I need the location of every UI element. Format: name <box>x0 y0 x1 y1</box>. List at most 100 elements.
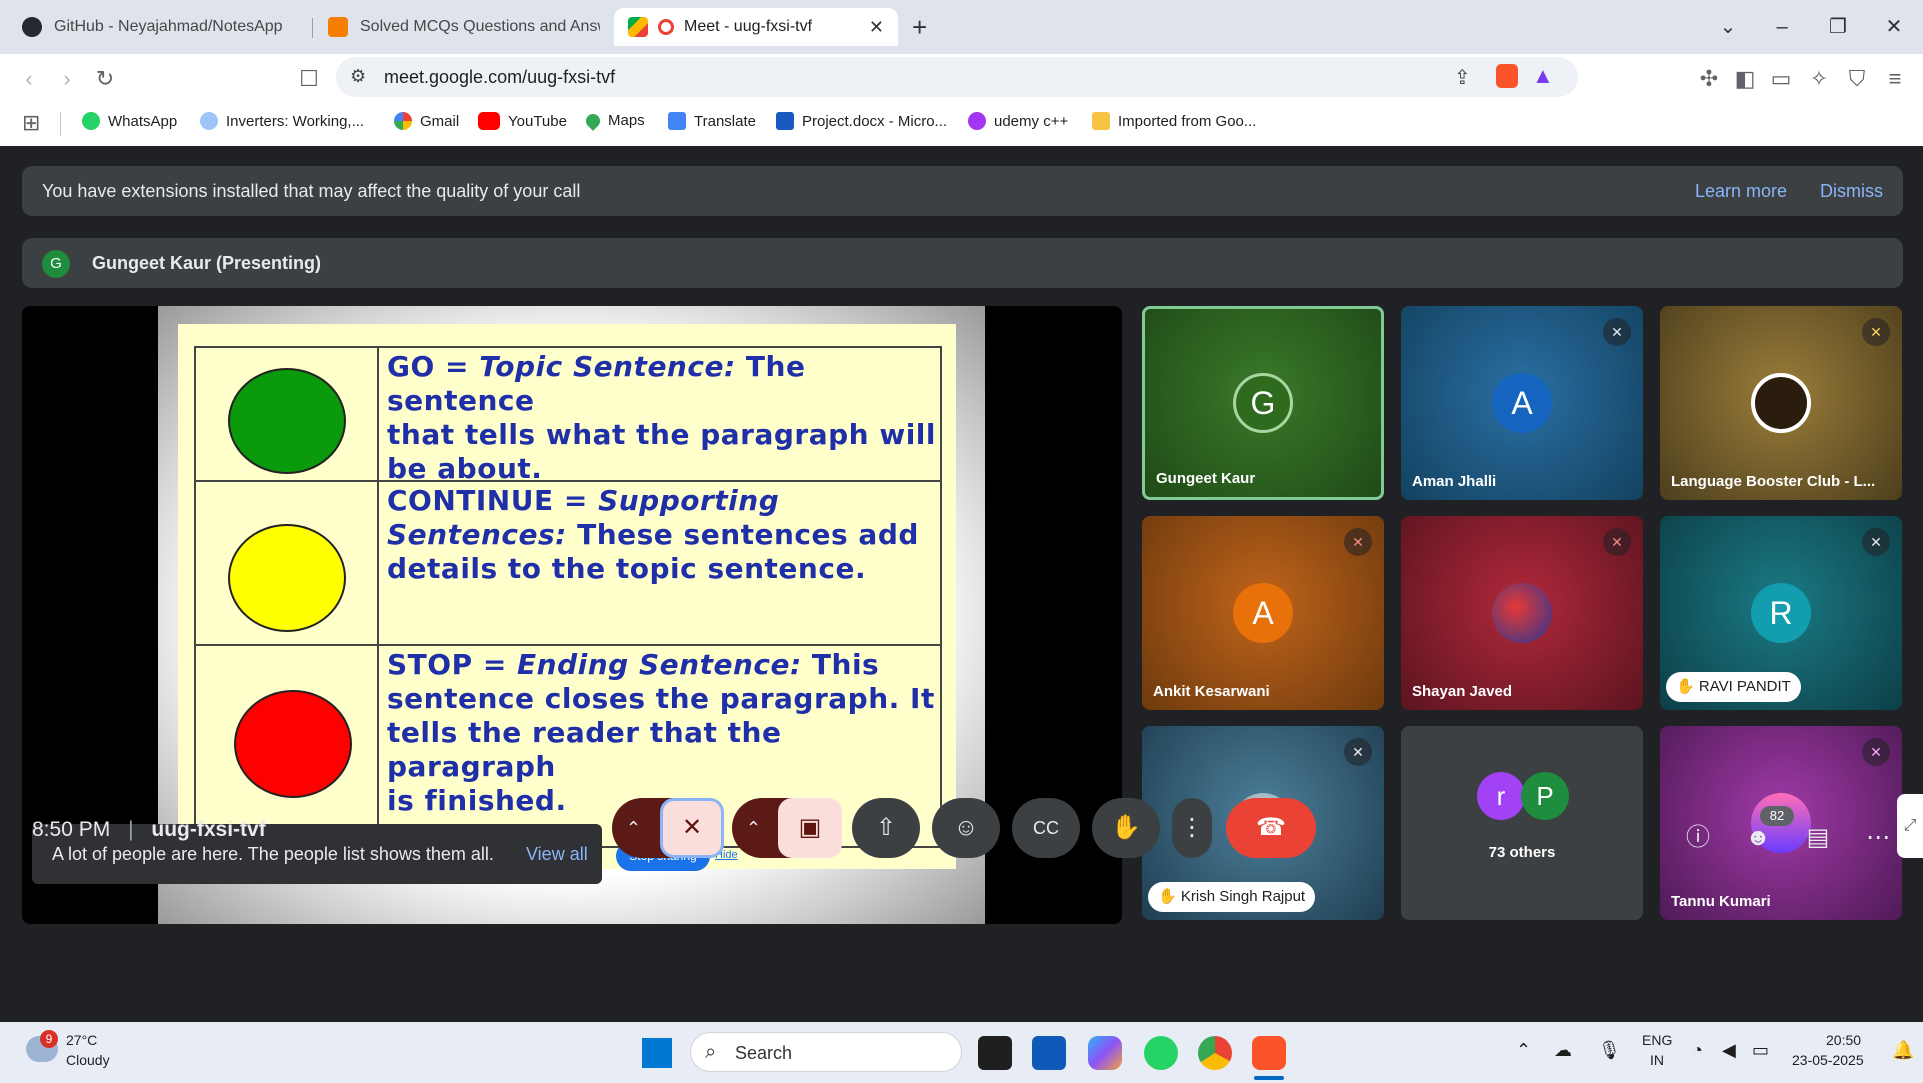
chrome-taskbar-icon[interactable] <box>1198 1036 1232 1070</box>
brave-rewards-icon[interactable]: ▲ <box>1532 63 1554 89</box>
volume-icon[interactable]: ◀ <box>1722 1040 1736 1061</box>
participant-tile-language-booster[interactable]: ✕ Language Booster Club - L... <box>1660 306 1902 500</box>
raise-hand-button[interactable]: ✋ <box>1092 798 1160 858</box>
notifications-bell-icon[interactable]: 🔔 <box>1892 1040 1914 1061</box>
participant-tile-others[interactable]: r P 73 others <box>1401 726 1643 920</box>
video-options-chevron-icon[interactable]: ⌃ <box>746 798 761 858</box>
learn-more-link[interactable]: Learn more <box>1695 181 1787 202</box>
participant-tile-aman[interactable]: ✕ A Aman Jhalli <box>1401 306 1643 500</box>
site-info-icon[interactable]: ⚙ <box>350 66 366 87</box>
github-icon <box>22 17 42 37</box>
input-language-eng[interactable]: ENG <box>1642 1032 1672 1048</box>
restore-icon[interactable]: ❐ <box>1818 10 1858 44</box>
new-tab-icon[interactable]: + <box>912 12 927 43</box>
meeting-time: 8:50 PM <box>32 818 111 841</box>
side-panel-handle[interactable]: ⤢ <box>1897 794 1923 858</box>
vpn-shield-icon[interactable]: ⛉ <box>1842 64 1872 94</box>
reactions-button[interactable]: ☺ <box>932 798 1000 858</box>
battery-icon[interactable]: ▭ <box>1752 1040 1769 1061</box>
tab-search-chevron-icon[interactable]: ⌄ <box>1708 10 1748 44</box>
participant-tile-gungeet[interactable]: G Gungeet Kaur <box>1142 306 1384 500</box>
other-avatar-p: P <box>1521 772 1569 820</box>
input-language-in: IN <box>1650 1052 1664 1068</box>
participant-tile-ravi[interactable]: ✕ R ✋ RAVI PANDIT <box>1660 516 1902 710</box>
url-text: meet.google.com/uug-fxsi-tvf <box>384 67 616 87</box>
banner-message: You have extensions installed that may a… <box>42 181 581 201</box>
mic-off-button[interactable]: ✕ <box>660 798 724 858</box>
meet-icon <box>628 17 648 37</box>
table-border-top <box>194 346 942 348</box>
brave-shields-icon[interactable] <box>1496 64 1518 88</box>
participant-tile-shayan[interactable]: ✕ Shayan Javed <box>1401 516 1643 710</box>
bookmark-gmail[interactable]: Gmail <box>394 112 459 130</box>
minimize-icon[interactable]: – <box>1762 10 1802 44</box>
meeting-details-icon[interactable]: ⓘ <box>1678 818 1718 858</box>
activities-grid-icon[interactable]: ⋯ <box>1858 818 1898 858</box>
bookmark-youtube[interactable]: YouTube <box>478 112 567 130</box>
taskbar-search[interactable]: ⌕ Search <box>690 1032 962 1072</box>
participant-avatar: G <box>1233 373 1293 433</box>
bookmark-maps[interactable]: Maps <box>583 110 645 131</box>
show-hidden-icons-chevron-icon[interactable]: ⌃ <box>1516 1040 1531 1061</box>
active-app-indicator <box>1254 1076 1284 1080</box>
extensions-icon[interactable]: ✣ <box>1694 64 1724 94</box>
muted-mic-icon: ✕ <box>1862 528 1890 556</box>
bookmark-inverters[interactable]: Inverters: Working,... <box>200 112 364 130</box>
windows-start-icon[interactable] <box>642 1038 672 1068</box>
sidebar-icon[interactable]: ◧ <box>1730 64 1760 94</box>
leave-call-button[interactable]: ☎ <box>1226 798 1316 858</box>
recording-dot-icon <box>658 19 674 35</box>
onedrive-offline-icon[interactable]: ☁ <box>1554 1040 1572 1061</box>
tab-meet[interactable]: Meet - uug-fxsi-tvf ✕ <box>614 8 898 46</box>
muted-mic-icon: ✕ <box>1862 738 1890 766</box>
navigation-bar: ‹ › ↻ ☐ ⚙ meet.google.com/uug-fxsi-tvf ⇪… <box>0 54 1923 102</box>
browser-tab-strip: GitHub - Neyajahmad/NotesApp Solved MCQs… <box>0 0 1923 54</box>
back-icon[interactable]: ‹ <box>14 64 44 94</box>
bookmark-icon[interactable]: ☐ <box>294 64 324 94</box>
whatsapp-taskbar-icon[interactable] <box>1144 1036 1178 1070</box>
copilot-icon[interactable] <box>1088 1036 1122 1070</box>
wifi-icon[interactable]: ◔ <box>1692 1040 1703 1061</box>
muted-mic-icon: ✕ <box>1603 318 1631 346</box>
microsoft-store-icon[interactable] <box>1032 1036 1066 1070</box>
whatsapp-icon <box>82 112 100 130</box>
wallet-icon[interactable]: ▭ <box>1766 64 1796 94</box>
apps-grid-icon[interactable]: ⊞ <box>22 110 40 136</box>
present-screen-button[interactable]: ⇧ <box>852 798 920 858</box>
menu-icon[interactable]: ≡ <box>1880 64 1910 94</box>
participant-name: Tannu Kumari <box>1671 893 1771 910</box>
participant-tile-ankit[interactable]: ✕ A Ankit Kesarwani <box>1142 516 1384 710</box>
audio-options-chevron-icon[interactable]: ⌃ <box>626 798 641 858</box>
bookmark-project-docx[interactable]: Project.docx - Micro... <box>776 112 947 130</box>
microphone-tray-icon[interactable]: 🎙 <box>1598 1040 1621 1061</box>
address-bar[interactable]: ⚙ meet.google.com/uug-fxsi-tvf ⇪ ▲ <box>336 57 1578 97</box>
close-window-icon[interactable]: ✕ <box>1874 10 1914 44</box>
brave-taskbar-icon[interactable] <box>1252 1036 1286 1070</box>
bookmark-folder-imported[interactable]: Imported from Goo... <box>1092 112 1256 130</box>
task-view-icon[interactable] <box>978 1036 1012 1070</box>
chat-icon[interactable]: ▤ <box>1798 818 1838 858</box>
participant-name: Aman Jhalli <box>1412 473 1497 490</box>
close-tab-icon[interactable]: ✕ <box>869 17 884 38</box>
bookmark-udemy[interactable]: udemy c++ <box>968 112 1068 130</box>
tab-mcqs[interactable]: Solved MCQs Questions and Answe <box>314 8 614 46</box>
camera-off-button[interactable]: ▣ <box>778 798 842 858</box>
tab-github[interactable]: GitHub - Neyajahmad/NotesApp <box>8 8 312 46</box>
leo-ai-icon[interactable]: ✧ <box>1804 64 1834 94</box>
bookmark-whatsapp[interactable]: WhatsApp <box>82 112 177 130</box>
more-options-button[interactable]: ⋮ <box>1172 798 1212 858</box>
forward-icon[interactable]: › <box>52 64 82 94</box>
dismiss-button[interactable]: Dismiss <box>1820 181 1883 202</box>
view-all-link[interactable]: View all <box>526 844 588 865</box>
windows-taskbar: 9 27°C Cloudy ⌕ Search ⌃ ☁ 🎙 ENG IN ◔ ◀ … <box>0 1022 1923 1083</box>
translate-icon <box>668 112 686 130</box>
share-icon[interactable]: ⇪ <box>1454 65 1471 90</box>
tab-title: Solved MCQs Questions and Answe <box>360 18 600 35</box>
captions-button[interactable]: CC <box>1012 798 1080 858</box>
clock-time[interactable]: 20:50 <box>1826 1032 1861 1048</box>
raised-hand-chip: ✋ RAVI PANDIT <box>1666 672 1801 702</box>
presenter-bar: G Gungeet Kaur (Presenting) <box>22 238 1903 288</box>
table-border-middle <box>377 346 379 848</box>
reload-icon[interactable]: ↻ <box>90 64 120 94</box>
bookmark-translate[interactable]: Translate <box>668 112 756 130</box>
